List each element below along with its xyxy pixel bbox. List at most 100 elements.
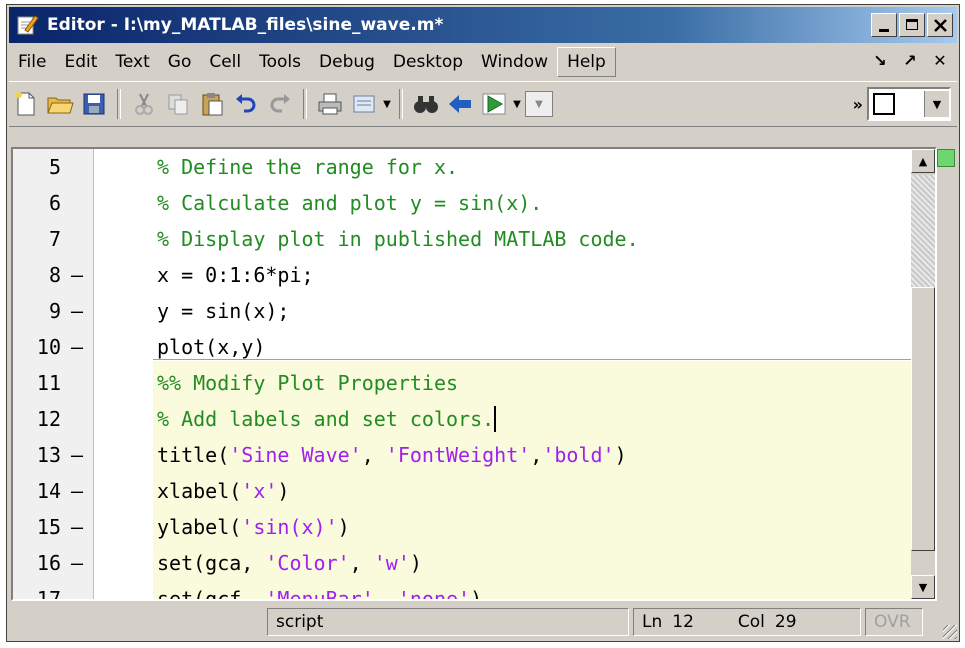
string-token: 'sin(x)' (241, 515, 338, 539)
code-token: plot(x,y) (157, 335, 266, 359)
column-label: Col (737, 612, 765, 632)
print-button[interactable] (313, 87, 347, 121)
open-button[interactable] (43, 87, 77, 121)
undo-button[interactable] (229, 87, 263, 121)
dock-icon[interactable]: ↘ (871, 51, 889, 70)
code-line[interactable]: 13– title('Sine Wave', 'FontWeight','bold… (13, 437, 893, 473)
code-line[interactable]: 10– plot(x,y) (13, 329, 893, 365)
code-line[interactable]: 15– ylabel('sin(x)') (13, 509, 893, 545)
code-text: set(gcf, 'MenuBar', 'none') (157, 581, 482, 601)
menu-debug[interactable]: Debug (310, 48, 384, 76)
menu-window[interactable]: Window (472, 48, 557, 76)
new-file-icon (16, 92, 35, 116)
code-line[interactable]: 5 % Define the range for x. (13, 149, 893, 185)
code-token: ) (337, 515, 350, 539)
menu-tools[interactable]: Tools (250, 48, 310, 76)
breakpoint-marker[interactable]: – (71, 581, 83, 599)
code-line[interactable]: 16– set(gca, 'Color', 'w') (13, 545, 893, 581)
code-text: %% Modify Plot Properties (157, 365, 458, 401)
breakpoint-marker[interactable]: – (71, 257, 83, 293)
code-line[interactable]: 17– set(gcf, 'MenuBar', 'none') (13, 581, 893, 601)
code-text: x = 0:1:6*pi; (157, 257, 314, 293)
code-text: % Add labels and set colors. (157, 401, 494, 437)
code-line[interactable]: 12 % Add labels and set colors. (13, 401, 893, 437)
code-text: % Display plot in published MATLAB code. (157, 221, 639, 257)
text-cursor (494, 406, 497, 432)
paste-button[interactable] (195, 87, 229, 121)
run-button[interactable] (477, 87, 511, 121)
toolbar: ▼ ▼ ▼ » ▼ (9, 81, 957, 127)
open-folder-icon (47, 97, 74, 114)
breakpoint-marker[interactable]: – (71, 473, 83, 509)
code-token: xlabel( (157, 479, 242, 503)
breakpoint-marker[interactable]: – (71, 329, 83, 365)
code-analyzer-indicator[interactable] (937, 149, 955, 167)
toolbar-overflow-icon[interactable]: » (853, 95, 863, 114)
string-token: 'w' (373, 551, 410, 575)
vertical-scrollbar[interactable]: ▲ ▼ (911, 149, 935, 599)
breakpoint-marker[interactable]: – (71, 437, 83, 473)
publish-dropdown-arrow-icon[interactable]: ▼ (381, 99, 393, 110)
code-text: y = sin(x); (157, 293, 289, 329)
scroll-track[interactable] (911, 175, 935, 287)
code-token: set(gcf, (157, 587, 266, 601)
line-number: 6 (48, 191, 61, 215)
breakpoint-marker[interactable]: – (71, 545, 83, 581)
menu-text[interactable]: Text (106, 48, 158, 76)
find-button[interactable] (409, 87, 443, 121)
publish-button[interactable] (347, 87, 381, 121)
code-text: title('Sine Wave', 'FontWeight','bold') (157, 437, 627, 473)
line-number: 11 (36, 371, 61, 395)
scroll-down-button[interactable]: ▼ (911, 575, 935, 599)
menu-cell[interactable]: Cell (200, 48, 250, 76)
code-line[interactable]: 8– x = 0:1:6*pi; (13, 257, 893, 293)
breakpoint-dropdown[interactable]: ▼ (525, 91, 553, 117)
code-line[interactable]: 7 % Display plot in published MATLAB code… (13, 221, 893, 257)
cell-mode-dropdown[interactable]: ▼ (867, 87, 951, 121)
run-dropdown-arrow-icon[interactable]: ▼ (511, 99, 523, 110)
scroll-thumb[interactable] (911, 287, 935, 551)
cut-button[interactable] (127, 87, 161, 121)
cut-icon (135, 93, 153, 115)
editor-app-icon (17, 15, 39, 35)
undock-icon[interactable]: ↗ (901, 51, 919, 70)
menu-go[interactable]: Go (159, 48, 201, 76)
status-position: Ln 12 Col 29 (633, 608, 861, 636)
comment-token: % Calculate and plot y = sin(x). (157, 191, 543, 215)
save-button[interactable] (77, 87, 111, 121)
code-editor[interactable]: 5 % Define the range for x. 6 % Calculate a… (11, 147, 937, 601)
close-document-icon[interactable]: ✕ (931, 51, 949, 70)
new-file-button[interactable] (9, 87, 43, 121)
line-number: 7 (48, 227, 61, 251)
comment-token: % Display plot in published MATLAB code. (157, 227, 639, 251)
line-number: 17 (36, 587, 61, 601)
breakpoint-marker[interactable]: – (71, 509, 83, 545)
menu-desktop[interactable]: Desktop (384, 48, 472, 76)
copy-button[interactable] (161, 87, 195, 121)
string-token: 'bold' (542, 443, 615, 467)
redo-button[interactable] (263, 87, 297, 121)
title-bar[interactable]: Editor - I:\my_MATLAB_files\sine_wave.m* (9, 7, 957, 43)
code-line[interactable]: 14– xlabel('x') (13, 473, 893, 509)
menu-edit[interactable]: Edit (55, 48, 106, 76)
close-window-button[interactable] (927, 13, 953, 37)
breakpoint-marker[interactable]: – (71, 293, 83, 329)
menu-help[interactable]: Help (557, 47, 616, 77)
string-token: 'MenuBar' (265, 587, 374, 601)
code-line[interactable]: 9– y = sin(x); (13, 293, 893, 329)
code-line[interactable]: 11 %% Modify Plot Properties (13, 365, 893, 401)
code-line[interactable]: 6 % Calculate and plot y = sin(x). (13, 185, 893, 221)
maximize-button[interactable] (899, 13, 925, 37)
column-value: 29 (774, 612, 797, 632)
code-token: x = 0:1:6*pi; (157, 263, 314, 287)
resize-grip-icon[interactable] (943, 625, 957, 639)
publish-icon (353, 95, 375, 113)
go-back-button[interactable] (443, 87, 477, 121)
code-token: , (373, 587, 398, 601)
save-icon (83, 93, 105, 115)
minimize-button[interactable] (871, 13, 897, 37)
scroll-up-button[interactable]: ▲ (911, 149, 935, 173)
code-text: set(gca, 'Color', 'w') (157, 545, 422, 581)
string-token: 'x' (241, 479, 278, 503)
menu-file[interactable]: File (9, 48, 55, 76)
